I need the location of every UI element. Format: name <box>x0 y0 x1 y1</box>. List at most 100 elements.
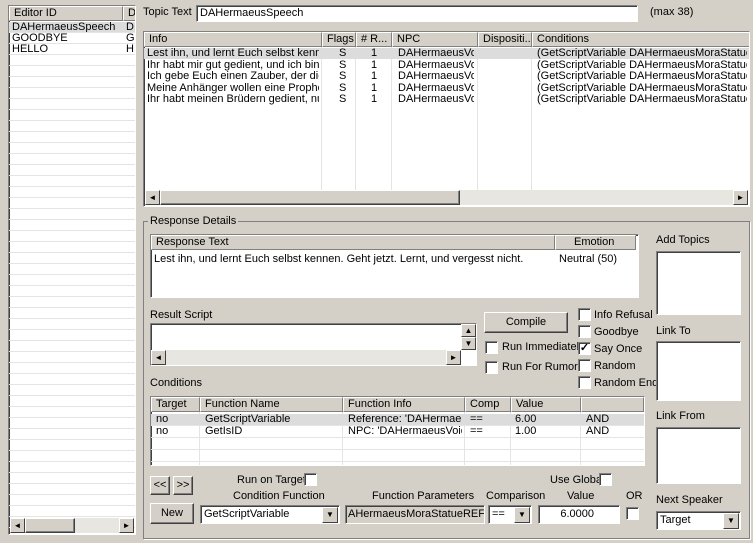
responses-cell: 1 <box>371 59 378 71</box>
grid-line <box>9 109 135 110</box>
next-speaker-select[interactable]: Target ▼ <box>656 511 741 530</box>
say-once-checkbox[interactable]: ✓ <box>578 342 591 355</box>
column-header-emotion[interactable]: Emotion <box>555 235 636 250</box>
topic-text-input[interactable]: DAHermaeusSpeech <box>196 5 638 22</box>
grid-line <box>9 395 135 396</box>
table-row[interactable]: no GetScriptVariable Reference: 'DAHermaeu… <box>151 414 644 425</box>
column-header-conditions[interactable]: Conditions <box>532 32 749 47</box>
next-condition-button[interactable]: >> <box>173 476 193 495</box>
grid-line <box>9 54 135 55</box>
table-row[interactable]: Lest ihn, und lernt Euch selbst kennen. … <box>151 254 638 265</box>
grid-line <box>9 65 135 66</box>
random-end-label: Random End <box>594 377 659 389</box>
result-script-editor[interactable]: ▲ ▼ ◄ ► <box>150 323 477 366</box>
goodbye-checkbox[interactable] <box>578 325 591 338</box>
grid-line <box>9 494 135 495</box>
run-on-target-checkbox[interactable] <box>304 473 317 486</box>
result-script-hscroll[interactable]: ◄ ► <box>151 350 461 365</box>
new-condition-button[interactable]: New <box>150 503 194 524</box>
grid-line <box>9 32 135 33</box>
scroll-left-icon[interactable]: ◄ <box>10 518 25 533</box>
column-header-editor-id[interactable]: Editor ID <box>9 6 123 21</box>
comparison-value: == <box>492 508 505 520</box>
grid-line <box>9 329 135 330</box>
scroll-left-icon[interactable]: ◄ <box>145 190 160 205</box>
column-header-responses[interactable]: # R... <box>356 32 392 47</box>
column-header-and-or[interactable] <box>581 397 644 412</box>
table-row[interactable]: Lest ihn, und lernt Euch selbst kennen..… <box>144 48 749 59</box>
result-script-vscroll[interactable]: ▲ ▼ <box>461 324 476 350</box>
add-topics-list[interactable] <box>656 251 741 315</box>
info-cell: Lest ihn, und lernt Euch selbst kennen..… <box>147 48 319 59</box>
scroll-thumb[interactable] <box>25 518 75 533</box>
or-checkbox[interactable] <box>626 507 639 520</box>
grid-line <box>151 425 644 426</box>
grid-line <box>9 219 135 220</box>
grid-line <box>151 449 644 450</box>
random-end-checkbox[interactable] <box>578 376 591 389</box>
scroll-thumb[interactable] <box>160 190 460 205</box>
chevron-down-icon[interactable]: ▼ <box>514 507 530 523</box>
condition-function-select[interactable]: GetScriptVariable ▼ <box>200 505 340 524</box>
comparison-select[interactable]: == ▼ <box>488 505 532 524</box>
prev-condition-button[interactable]: << <box>150 476 170 495</box>
flags-cell: S <box>339 48 347 59</box>
column-header-disposition[interactable]: Dispositi... <box>478 32 532 47</box>
table-row[interactable]: Ich gebe Euch einen Zauber, der diese...… <box>144 71 749 82</box>
editor-id-list[interactable]: Editor ID D DAHermaeusSpeech D GOODBYE G HEL… <box>8 5 136 535</box>
function-parameters-field[interactable]: AHermaeusMoraStatueREF', Her <box>345 505 485 524</box>
info-refusal-checkbox[interactable] <box>578 308 591 321</box>
column-header-comp[interactable]: Comp <box>465 397 511 412</box>
conditions-label: Conditions <box>150 377 202 389</box>
scroll-right-icon[interactable]: ► <box>119 518 134 533</box>
run-immediately-checkbox[interactable] <box>485 341 498 354</box>
function-parameters-value: AHermaeusMoraStatueREF', Her <box>348 508 485 520</box>
column-header-function-info[interactable]: Function Info <box>343 397 465 412</box>
column-header-function-name[interactable]: Function Name <box>200 397 343 412</box>
column-header-target[interactable]: Target <box>151 397 200 412</box>
link-to-list[interactable] <box>656 341 741 401</box>
info-cell: Ihr habt meinen Brüdern gedient, nun s..… <box>147 94 319 105</box>
chevron-down-icon[interactable]: ▼ <box>322 507 338 523</box>
info-cell: Ich gebe Euch einen Zauber, der diese... <box>147 71 319 82</box>
scroll-down-icon[interactable]: ▼ <box>461 337 476 350</box>
column-header-d[interactable]: D <box>123 6 135 21</box>
column-header-info[interactable]: Info <box>144 32 322 47</box>
grid-line <box>9 439 135 440</box>
column-header-flags[interactable]: Flags <box>322 32 356 47</box>
column-header-npc[interactable]: NPC <box>392 32 478 47</box>
value-input-value: 6.0000 <box>560 508 594 520</box>
run-for-rumors-checkbox[interactable] <box>485 361 498 374</box>
next-speaker-value: Target <box>660 514 691 526</box>
editor-list-hscroll[interactable]: ◄ ► <box>10 518 134 533</box>
column-header-response-text[interactable]: Response Text <box>151 235 555 250</box>
conditions-table[interactable]: Target Function Name Function Info Comp … <box>150 396 645 466</box>
column-header-value[interactable]: Value <box>511 397 581 412</box>
compile-button[interactable]: Compile <box>484 312 568 333</box>
grid-line <box>9 241 135 242</box>
info-table[interactable]: Info Flags # R... NPC Dispositi... Condi… <box>143 31 750 207</box>
target-cell: no <box>156 414 169 425</box>
table-row[interactable]: Ihr habt meinen Brüdern gedient, nun s..… <box>144 94 749 105</box>
grid-line <box>9 285 135 286</box>
response-table[interactable]: Response Text Emotion Lest ihn, und lern… <box>150 234 639 298</box>
chevron-down-icon[interactable]: ▼ <box>723 513 739 529</box>
scroll-right-icon[interactable]: ► <box>733 190 748 205</box>
scroll-right-icon[interactable]: ► <box>446 350 461 365</box>
use-global-checkbox[interactable] <box>599 473 612 486</box>
info-table-hscroll[interactable]: ◄ ► <box>145 190 748 205</box>
grid-line <box>9 252 135 253</box>
topic-text-label: Topic Text <box>143 6 192 18</box>
table-row[interactable]: Meine Anhänger wollen eine Prophezei... S… <box>144 83 749 94</box>
value-input[interactable]: 6.0000 <box>538 505 620 524</box>
table-row[interactable]: no GetIsID NPC: 'DAHermaeusVoice' == 1.00 AND <box>151 426 644 437</box>
scroll-up-icon[interactable]: ▲ <box>461 324 476 337</box>
function-info-cell: NPC: 'DAHermaeusVoice' <box>348 426 462 437</box>
scroll-left-icon[interactable]: ◄ <box>151 350 166 365</box>
random-checkbox[interactable] <box>578 359 591 372</box>
npc-cell: DAHermaeusVo... <box>398 59 474 71</box>
npc-cell: DAHermaeusVo... <box>398 71 474 82</box>
link-from-list[interactable] <box>656 427 741 484</box>
npc-cell: DAHermaeusVo... <box>398 48 474 59</box>
table-row[interactable]: Ihr habt mir gut gedient, und ich bin zu… <box>144 60 749 71</box>
